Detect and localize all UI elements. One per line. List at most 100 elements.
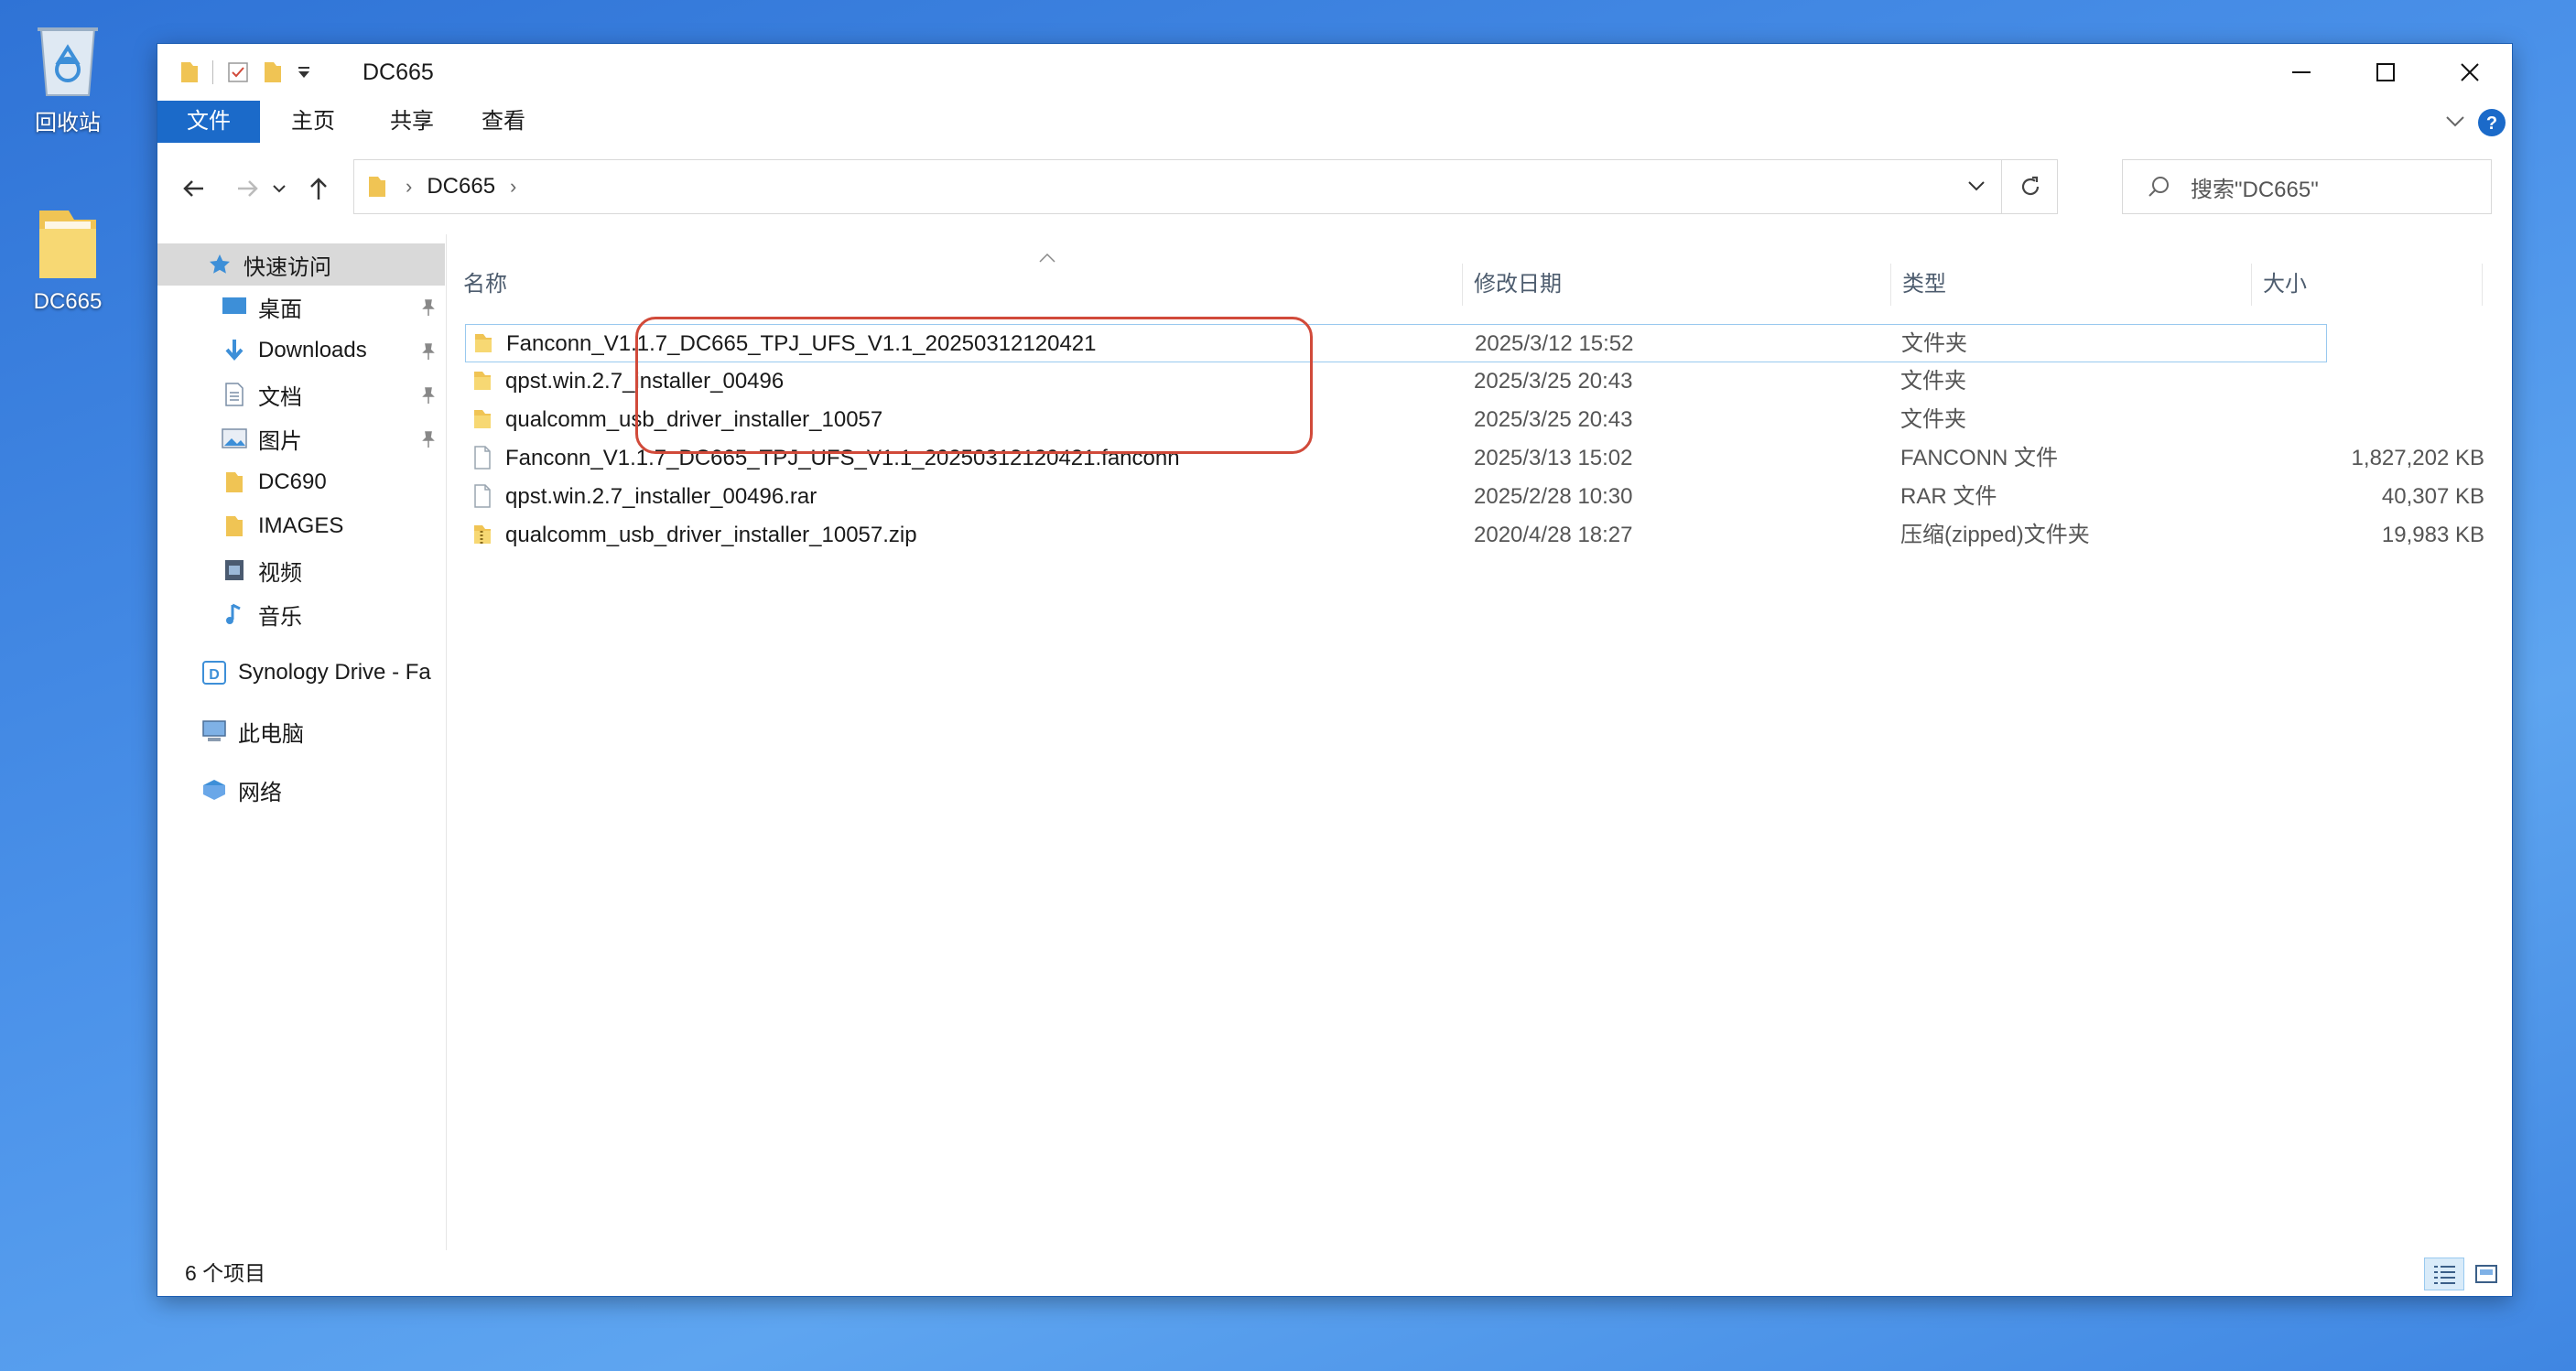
address-divider <box>2001 160 2002 213</box>
file-date: 2025/3/25 20:43 <box>1474 407 1633 432</box>
large-icons-view-button[interactable] <box>2468 1258 2505 1290</box>
nav-label: 桌面 <box>258 297 302 322</box>
desktop-icon-recycle-bin[interactable]: 回收站 <box>13 16 123 136</box>
quick-access-toolbar <box>179 57 312 88</box>
nav-item-dc690[interactable]: DC690 <box>157 461 445 503</box>
tab-view[interactable]: 查看 <box>458 101 549 143</box>
desktop-icon <box>220 292 249 321</box>
nav-label: DC690 <box>258 470 327 494</box>
nav-item-videos[interactable]: 视频 <box>157 549 445 591</box>
file-type: FANCONN 文件 <box>1900 446 2059 470</box>
file-icon <box>472 484 492 508</box>
properties-icon[interactable] <box>226 60 250 84</box>
nav-label: 快速访问 <box>244 254 331 280</box>
table-row[interactable]: qpst.win.2.7_installer_00496.rar 2025/2/2… <box>465 478 2484 516</box>
documents-icon <box>220 380 249 409</box>
help-icon: ? <box>2478 109 2506 136</box>
file-type: 压缩(zipped)文件夹 <box>1900 523 2090 547</box>
tab-file[interactable]: 文件 <box>157 101 260 143</box>
new-folder-icon[interactable] <box>263 60 283 84</box>
folder-icon <box>220 512 249 541</box>
address-history-button[interactable] <box>1965 175 1987 201</box>
breadcrumb-dc665[interactable]: DC665 <box>427 174 495 200</box>
customize-toolbar-icon[interactable] <box>296 60 312 84</box>
nav-label: IMAGES <box>258 513 344 538</box>
refresh-icon <box>2021 176 2040 196</box>
column-header-type[interactable]: 类型 <box>1891 264 2252 306</box>
nav-item-pictures[interactable]: 图片 <box>157 417 445 459</box>
music-icon <box>220 599 249 629</box>
file-name: qpst.win.2.7_installer_00496.rar <box>505 484 817 509</box>
zip-folder-icon <box>472 523 492 546</box>
explorer-window: DC665 文件 主页 共享 查看 ? › DC665 › 搜索"DC665" … <box>157 44 2512 1296</box>
details-view-button[interactable] <box>2424 1258 2464 1290</box>
column-header-name[interactable]: 名称 <box>452 264 1463 306</box>
chevron-down-icon <box>2446 116 2464 127</box>
minimize-button[interactable] <box>2259 44 2343 101</box>
annotation-highlight <box>635 317 1313 454</box>
file-name: qualcomm_usb_driver_installer_10057.zip <box>505 523 917 547</box>
desktop-icon-dc665[interactable]: DC665 <box>13 201 123 315</box>
nav-label: 文档 <box>258 384 302 410</box>
folder-icon <box>472 407 492 431</box>
video-icon <box>220 556 249 585</box>
file-icon <box>472 446 492 470</box>
table-row[interactable]: qualcomm_usb_driver_installer_10057.zip 2… <box>465 516 2484 555</box>
pin-icon <box>422 343 435 360</box>
computer-icon <box>200 717 229 746</box>
nav-label: 此电脑 <box>238 721 304 747</box>
nav-label: 图片 <box>258 428 302 454</box>
folder-icon <box>473 331 493 355</box>
recycle-bin-icon <box>28 16 107 101</box>
synology-drive-icon: D <box>200 658 229 687</box>
up-button[interactable] <box>300 170 337 207</box>
nav-synology-drive[interactable]: D Synology Drive - Fa <box>157 652 445 694</box>
pictures-icon <box>220 424 249 453</box>
window-title: DC665 <box>363 59 434 85</box>
refresh-button[interactable] <box>2019 175 2042 203</box>
arrow-up-icon <box>310 178 327 200</box>
tab-share[interactable]: 共享 <box>366 101 458 143</box>
pin-icon <box>422 299 435 316</box>
large-icons-view-icon <box>2475 1265 2497 1283</box>
file-date: 2025/3/12 15:52 <box>1475 331 1634 356</box>
nav-quick-access[interactable]: 快速访问 <box>157 243 445 286</box>
nav-item-documents[interactable]: 文档 <box>157 373 445 416</box>
file-type: 文件夹 <box>1900 369 1966 394</box>
nav-item-music[interactable]: 音乐 <box>157 593 445 635</box>
expand-ribbon-button[interactable] <box>2442 108 2468 138</box>
folder-icon <box>369 177 385 197</box>
forward-button[interactable] <box>229 170 265 207</box>
nav-network[interactable]: 网络 <box>157 769 445 811</box>
folder-icon <box>472 369 492 393</box>
details-view-icon <box>2434 1266 2455 1284</box>
column-header-date[interactable]: 修改日期 <box>1463 264 1891 306</box>
back-button[interactable] <box>176 170 212 207</box>
nav-item-desktop[interactable]: 桌面 <box>157 286 445 328</box>
address-bar[interactable]: › DC665 › <box>353 159 2058 214</box>
minimize-icon <box>2292 71 2311 73</box>
nav-item-downloads[interactable]: Downloads <box>157 329 445 372</box>
desktop-icon-label: DC665 <box>33 289 103 314</box>
close-button[interactable] <box>2428 44 2512 101</box>
close-icon <box>2461 63 2479 81</box>
file-date: 2025/2/28 10:30 <box>1474 484 1633 509</box>
address-row: › DC665 › 搜索"DC665" <box>157 154 2512 221</box>
nav-label: Synology Drive - Fa <box>238 660 431 685</box>
sort-ascending-icon <box>1039 253 1055 263</box>
ribbon-tabs: 文件 主页 共享 查看 ? <box>157 101 2512 143</box>
tab-home[interactable]: 主页 <box>260 101 366 143</box>
arrow-right-icon <box>238 180 258 197</box>
search-box[interactable]: 搜索"DC665" <box>2122 159 2492 214</box>
recent-locations-button[interactable] <box>267 170 291 207</box>
maximize-button[interactable] <box>2343 44 2428 101</box>
nav-item-images[interactable]: IMAGES <box>157 505 445 547</box>
chevron-down-icon <box>1968 181 1985 191</box>
breadcrumb-separator-icon: › <box>510 175 517 198</box>
column-header-size[interactable]: 大小 <box>2252 264 2483 306</box>
nav-this-pc[interactable]: 此电脑 <box>157 710 445 752</box>
item-count: 6 个项目 <box>185 1261 266 1285</box>
help-button[interactable]: ? <box>2477 108 2506 142</box>
file-type: 文件夹 <box>1901 331 1967 356</box>
star-icon <box>205 250 234 279</box>
